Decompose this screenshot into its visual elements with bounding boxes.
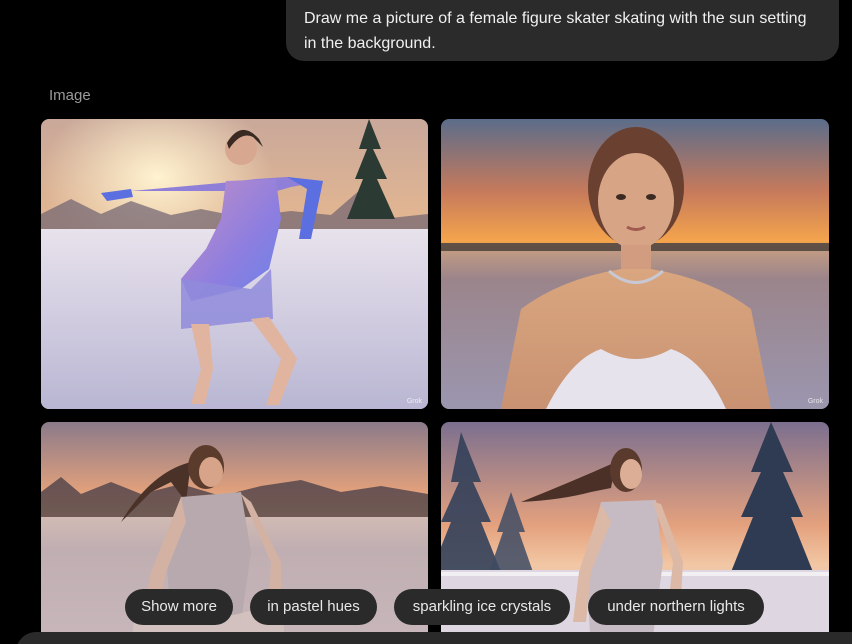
images-section-label: Image	[49, 87, 91, 104]
image-2-graphic	[441, 119, 829, 409]
suggestion-chips: Show more in pastel hues sparkling ice c…	[0, 589, 852, 627]
chat-page: Draw me a picture of a female figure ska…	[0, 0, 852, 644]
generated-image-1[interactable]: Grok	[41, 119, 428, 409]
suggestion-chip-northern-lights[interactable]: under northern lights	[588, 589, 764, 625]
generated-image-2[interactable]: Grok	[441, 119, 829, 409]
image-1-graphic	[41, 119, 428, 409]
user-message-text: Draw me a picture of a female figure ska…	[304, 10, 807, 52]
user-message-bubble: Draw me a picture of a female figure ska…	[286, 0, 839, 61]
show-more-chip[interactable]: Show more	[125, 589, 233, 625]
message-composer[interactable]	[16, 632, 852, 644]
image-2-watermark: Grok	[807, 398, 823, 405]
suggestion-chip-ice-crystals[interactable]: sparkling ice crystals	[394, 589, 570, 625]
image-1-watermark: Grok	[406, 398, 422, 405]
suggestion-chip-pastel-hues[interactable]: in pastel hues	[250, 589, 377, 625]
